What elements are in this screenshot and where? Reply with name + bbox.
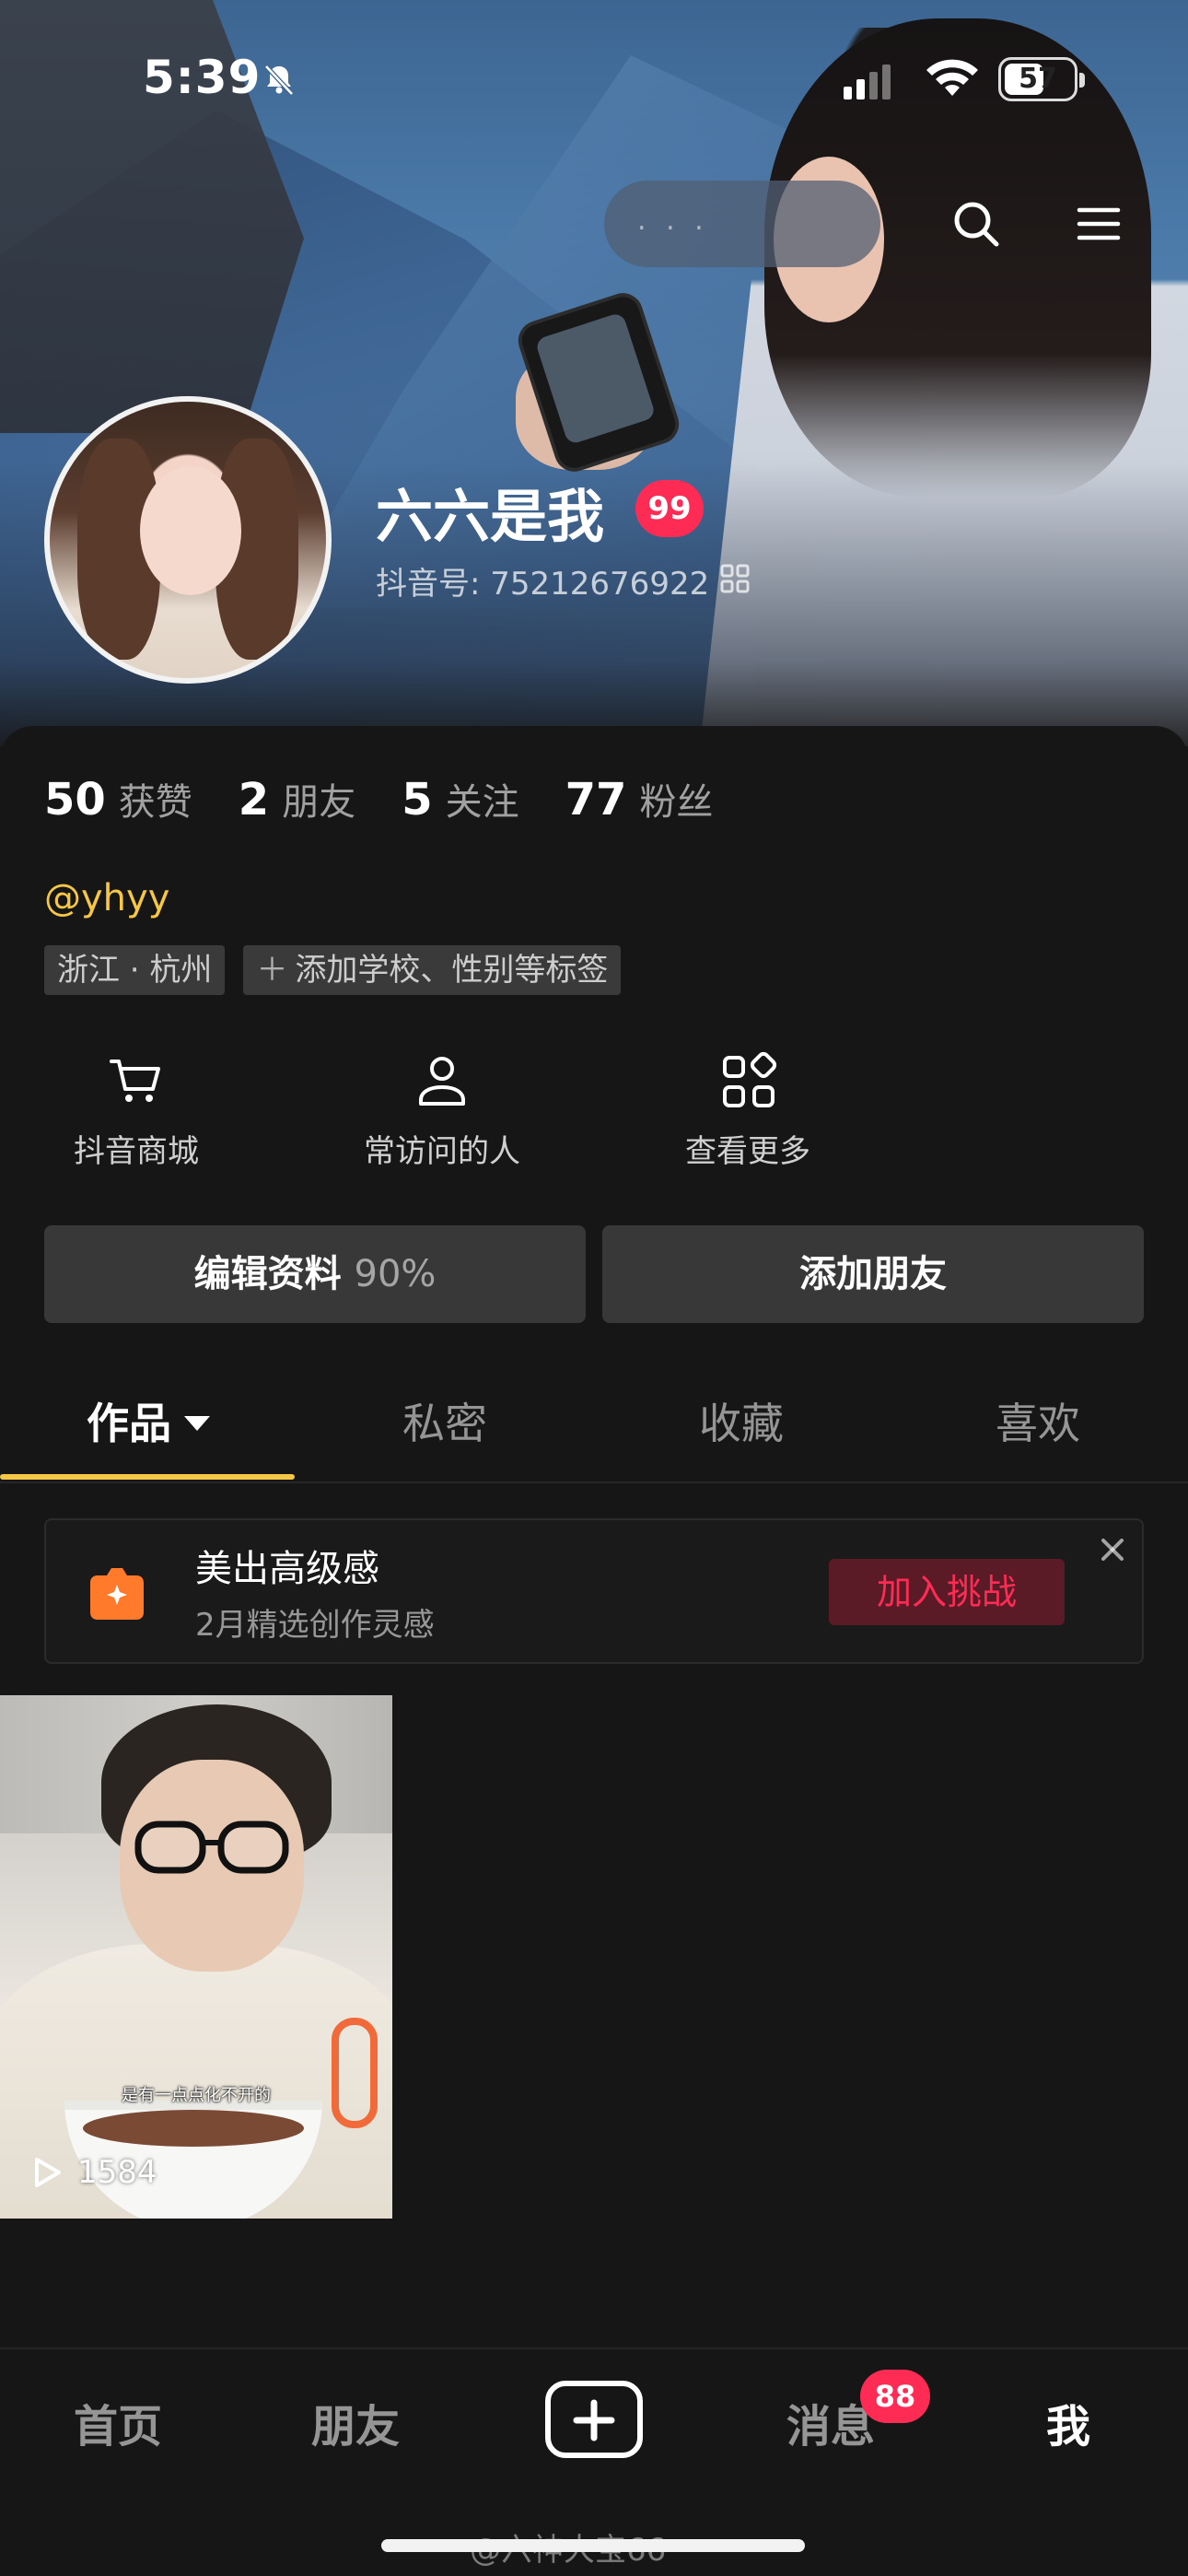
level-badge[interactable]: 99 <box>635 480 704 537</box>
stat-followers[interactable]: 77 粉丝 <box>565 772 714 825</box>
video-spoon <box>332 2018 378 2128</box>
play-icon <box>35 2158 61 2187</box>
tab-likes[interactable]: 喜欢 <box>890 1373 1186 1483</box>
person-icon <box>419 1057 465 1106</box>
camera-plus-icon <box>90 1568 144 1620</box>
shortcut-mall[interactable]: 抖音商城 <box>44 1050 228 1179</box>
battery-nub <box>1079 73 1085 88</box>
join-challenge-button[interactable]: 加入挑战 <box>829 1559 1065 1625</box>
close-icon[interactable] <box>1096 1533 1129 1566</box>
content-tabs: 作品 私密 收藏 喜欢 <box>0 1373 1188 1483</box>
challenge-title: 美出高级感 <box>195 1548 379 1590</box>
tab-works[interactable]: 作品 <box>0 1373 297 1483</box>
video-caption: 是有一点点化不开的 <box>122 2086 271 2105</box>
shortcut-more[interactable]: 查看更多 <box>656 1050 840 1179</box>
challenge-subtitle: 2月精选创作灵感 <box>195 1607 435 1644</box>
avatar-face <box>140 466 241 595</box>
add-tag-label: 添加学校、性别等标签 <box>295 952 609 989</box>
menu-icon[interactable] <box>1076 201 1122 247</box>
glasses-icon <box>134 1821 289 1874</box>
status-time: 5:39 <box>143 51 262 104</box>
tab-favorites[interactable]: 收藏 <box>593 1373 890 1483</box>
shortcut-frequent-visitors[interactable]: 常访问的人 <box>350 1050 534 1179</box>
stat-likes[interactable]: 50 获赞 <box>44 772 192 825</box>
plus-icon: ＋ <box>256 952 288 989</box>
avatar[interactable] <box>44 396 332 684</box>
nav-me[interactable]: 我 <box>976 2390 1160 2454</box>
profile-screen: 5:39 57 . . . 六六是我 99 抖音号: 75212676922 5… <box>0 0 1188 2576</box>
stat-likes-label: 获赞 <box>118 781 192 824</box>
profile-handle[interactable]: @yhyy <box>44 877 169 919</box>
profile-stats: 50 获赞 2 朋友 5 关注 77 粉丝 <box>44 772 759 825</box>
battery-indicator: 57 <box>998 57 1085 101</box>
shortcut-frequent-label: 常访问的人 <box>364 1133 520 1170</box>
qr-code-icon[interactable] <box>720 564 750 593</box>
edit-profile-label: 编辑资料 <box>193 1253 342 1295</box>
add-tag-button[interactable]: ＋添加学校、性别等标签 <box>243 945 622 995</box>
video-thumbnail[interactable]: 是有一点点化不开的 1584 <box>0 1695 392 2219</box>
wifi-icon <box>926 59 978 96</box>
stat-likes-count: 50 <box>44 774 106 825</box>
stat-friends[interactable]: 2 朋友 <box>239 772 355 825</box>
profile-name: 六六是我 <box>376 483 605 550</box>
nav-friends[interactable]: 朋友 <box>263 2390 448 2454</box>
cellular-signal-icon <box>844 64 891 100</box>
cart-icon <box>110 1060 160 1102</box>
stat-following-label: 关注 <box>445 781 519 824</box>
stat-following[interactable]: 5 关注 <box>402 772 518 825</box>
search-icon[interactable] <box>949 196 1004 252</box>
message-count-badge: 88 <box>860 2370 930 2423</box>
plus-icon <box>573 2399 615 2441</box>
location-tag[interactable]: 浙江 · 杭州 <box>44 945 226 995</box>
battery-level: 57 <box>1019 63 1057 95</box>
douyin-id[interactable]: 抖音号: 75212676922 <box>376 558 709 603</box>
grid-icon <box>723 1051 777 1107</box>
status-bar: 5:39 57 <box>0 0 1188 138</box>
play-count: 1584 <box>28 2154 157 2191</box>
stat-followers-count: 77 <box>565 774 627 825</box>
create-button[interactable] <box>545 2381 643 2458</box>
edit-profile-button[interactable]: 编辑资料 90% <box>44 1225 586 1323</box>
add-friend-button[interactable]: 添加朋友 <box>602 1225 1144 1323</box>
search-bar[interactable]: . . . <box>604 181 880 267</box>
play-count-value: 1584 <box>77 2154 157 2191</box>
shortcut-mall-label: 抖音商城 <box>74 1133 199 1170</box>
tab-active-indicator <box>0 1474 295 1480</box>
nav-home[interactable]: 首页 <box>26 2390 210 2454</box>
stat-friends-label: 朋友 <box>282 781 356 824</box>
home-indicator[interactable] <box>381 2539 805 2552</box>
shortcut-row: 抖音商城 常访问的人 查看更多 <box>44 1050 873 1179</box>
shortcut-more-label: 查看更多 <box>685 1133 810 1170</box>
profile-completion: 90% <box>354 1253 437 1295</box>
bell-muted-icon <box>264 64 294 96</box>
stat-following-count: 5 <box>402 774 433 825</box>
challenge-banner[interactable]: 美出高级感 2月精选创作灵感 加入挑战 <box>44 1518 1144 1664</box>
stat-followers-label: 粉丝 <box>639 781 714 824</box>
search-placeholder: . . . <box>637 205 709 237</box>
profile-tags: 浙江 · 杭州 ＋添加学校、性别等标签 <box>44 945 639 995</box>
tab-works-label: 作品 <box>87 1399 171 1448</box>
stat-friends-count: 2 <box>238 774 270 825</box>
tab-private[interactable]: 私密 <box>297 1373 593 1483</box>
caret-down-icon <box>184 1415 210 1431</box>
